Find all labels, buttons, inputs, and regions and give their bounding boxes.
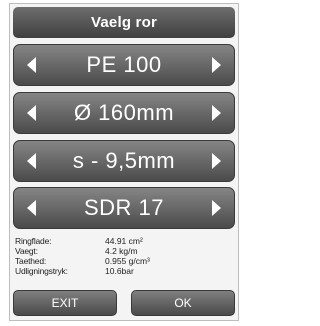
info-row: Ringflade: 44.91 cm²	[15, 236, 235, 246]
arrow-right-icon	[212, 200, 221, 216]
device-screen: Vaelg ror PE 100 Ø 160mm s - 9,5mm SDR 1…	[9, 3, 239, 321]
wall-thickness-value: s - 9,5mm	[72, 148, 176, 173]
info-value: 0.955 g/cm³	[105, 256, 150, 266]
sdr-prev-button[interactable]	[20, 188, 44, 228]
wall-thickness-prev-button[interactable]	[20, 141, 44, 181]
info-label: Udligningstryk:	[15, 266, 68, 276]
sdr-value: SDR 17	[83, 195, 165, 220]
material-next-button[interactable]	[204, 45, 228, 85]
wall-thickness-selector: s - 9,5mm	[13, 140, 235, 182]
wall-thickness-next-button[interactable]	[204, 141, 228, 181]
diameter-prev-button[interactable]	[20, 93, 44, 133]
diameter-value: Ø 160mm	[73, 100, 175, 125]
diameter-next-button[interactable]	[204, 93, 228, 133]
arrow-left-icon	[27, 57, 36, 73]
info-value: 4.2 kg/m	[105, 246, 138, 256]
diameter-selector: Ø 160mm	[13, 92, 235, 134]
pipe-info: Ringflade: 44.91 cm² Vaegt: 4.2 kg/m Tae…	[15, 236, 235, 276]
ok-button[interactable]: OK	[131, 290, 235, 316]
info-value: 44.91 cm²	[105, 236, 143, 246]
info-row: Vaegt: 4.2 kg/m	[15, 246, 235, 256]
exit-button[interactable]: EXIT	[13, 290, 117, 316]
arrow-right-icon	[212, 105, 221, 121]
arrow-left-icon	[27, 105, 36, 121]
title-bar: Vaelg ror	[13, 7, 235, 38]
material-prev-button[interactable]	[20, 45, 44, 85]
info-row: Udligningstryk: 10.6bar	[15, 266, 235, 276]
page-title: Vaelg ror	[91, 14, 157, 31]
sdr-selector: SDR 17	[13, 187, 235, 229]
arrow-right-icon	[212, 153, 221, 169]
sdr-next-button[interactable]	[204, 188, 228, 228]
arrow-right-icon	[212, 57, 221, 73]
info-label: Vaegt:	[15, 246, 38, 256]
material-value: PE 100	[86, 52, 162, 77]
info-label: Taethed:	[15, 256, 47, 266]
info-label: Ringflade:	[15, 236, 52, 246]
info-row: Taethed: 0.955 g/cm³	[15, 256, 235, 266]
material-selector: PE 100	[13, 44, 235, 86]
arrow-left-icon	[27, 153, 36, 169]
arrow-left-icon	[27, 200, 36, 216]
info-value: 10.6bar	[105, 266, 134, 276]
